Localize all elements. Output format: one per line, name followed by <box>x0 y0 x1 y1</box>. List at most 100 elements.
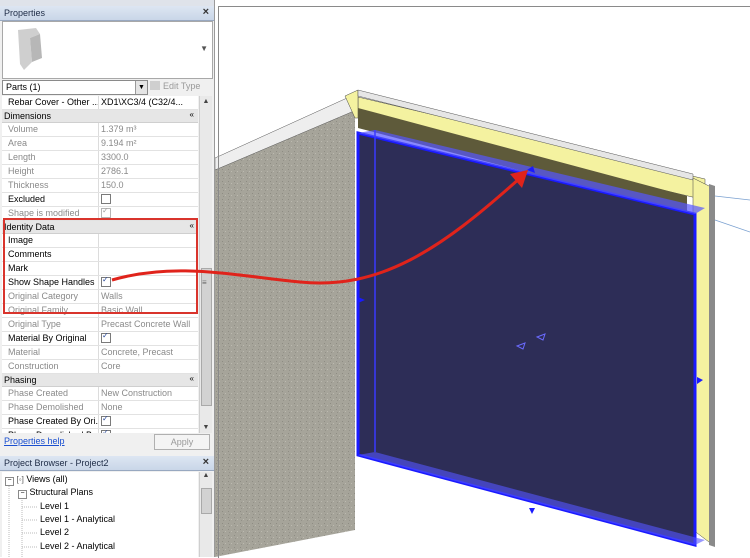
tree-item-level-1[interactable]: Level 1 <box>40 501 69 514</box>
property-name: Material By Original <box>8 333 87 343</box>
property-row-volume: Volume 1.379 m³ <box>2 123 198 137</box>
property-row-comments[interactable]: Comments <box>2 248 198 262</box>
scroll-up-icon[interactable]: ▲ <box>200 96 212 107</box>
property-name: Volume <box>8 124 39 134</box>
property-name: Rebar Cover - Other ... <box>8 97 98 107</box>
part-type-icon <box>18 28 42 70</box>
property-value: XD1\XC3/4 (C32/4... <box>101 97 184 107</box>
group-phasing[interactable]: Phasing « <box>2 374 198 387</box>
project-browser-title: Project Browser - Project2 <box>4 458 109 468</box>
edit-type-button[interactable]: Edit Type <box>150 80 210 93</box>
property-name: Area <box>8 138 28 148</box>
tree-item-label: Structural Plans <box>29 487 94 497</box>
tree-item-label: Views (all) <box>26 474 68 484</box>
properties-scrollbar[interactable]: ▲ ≡ ▼ <box>199 96 212 433</box>
group-dimensions[interactable]: Dimensions « <box>2 110 198 123</box>
tree-item-views-all[interactable]: − [◦] Views (all) <box>5 474 68 487</box>
collapse-icon[interactable]: − <box>5 477 14 486</box>
apply-button[interactable]: Apply <box>154 434 210 450</box>
material-by-original-checkbox[interactable] <box>101 333 111 343</box>
property-row-shape-modified: Shape is modified <box>2 207 198 221</box>
project-browser-titlebar: Project Browser - Project2 × <box>0 456 214 471</box>
property-name: Thickness <box>8 180 49 190</box>
edit-type-label: Edit Type <box>163 81 201 91</box>
scroll-down-icon[interactable]: ▼ <box>200 422 212 433</box>
property-value: 150.0 <box>101 180 124 190</box>
property-row-image[interactable]: Image <box>2 234 198 248</box>
properties-title: Properties <box>4 8 46 18</box>
project-browser-scrollbar[interactable]: ▲ <box>199 472 212 557</box>
property-name: Excluded <box>8 194 46 204</box>
scrollbar-thumb[interactable] <box>201 488 212 514</box>
property-row-length: Length 3300.0 <box>2 151 198 165</box>
property-row-phase-created-by-original[interactable]: Phase Created By Ori... <box>2 415 198 429</box>
property-row-material: Material Concrete, Precast <box>2 346 198 360</box>
views-icon: [◦] <box>16 475 24 484</box>
property-name: Construction <box>8 361 59 371</box>
property-name: Show Shape Handles <box>8 277 95 287</box>
property-row-original-category: Original Category Walls <box>2 290 198 304</box>
property-row-area: Area 9.194 m² <box>2 137 198 151</box>
group-identity-data[interactable]: Identity Data « <box>2 221 198 234</box>
chevron-down-icon[interactable]: ▼ <box>200 44 208 53</box>
property-row-original-type: Original Type Precast Concrete Wall <box>2 318 198 332</box>
collapse-icon[interactable]: « <box>190 374 194 383</box>
tree-item-level-2[interactable]: Level 2 <box>40 527 69 540</box>
property-value: Concrete, Precast <box>101 347 174 357</box>
property-name: Material <box>8 347 41 357</box>
property-value: Walls <box>101 291 123 301</box>
left-panel: Properties × ▼ Parts (1) ▼ Edit Type Reb… <box>0 0 215 557</box>
close-icon[interactable]: × <box>203 456 209 468</box>
tree-item-label: Level 1 <box>40 501 70 511</box>
property-row[interactable]: Rebar Cover - Other ... XD1\XC3/4 (C32/4… <box>2 96 198 110</box>
excluded-checkbox[interactable] <box>101 194 111 204</box>
edit-type-icon <box>150 81 160 90</box>
property-name: Height <box>8 166 35 176</box>
property-row-show-shape-handles[interactable]: Show Shape Handles <box>2 276 198 290</box>
show-shape-handles-checkbox[interactable] <box>101 277 111 287</box>
properties-help-link[interactable]: Properties help <box>4 436 65 446</box>
property-name: Phase Created <box>8 388 69 398</box>
property-row-height: Height 2786.1 <box>2 165 198 179</box>
property-row-construction: Construction Core <box>2 360 198 374</box>
property-name: Original Family <box>8 305 69 315</box>
properties-grid: Rebar Cover - Other ... XD1\XC3/4 (C32/4… <box>2 96 198 433</box>
close-icon[interactable]: × <box>203 6 209 18</box>
shape-modified-checkbox <box>101 208 111 218</box>
tree-item-level-2-analytical[interactable]: Level 2 - Analytical <box>40 541 115 554</box>
project-browser-tree: − [◦] Views (all) − Structural Plans Lev… <box>2 472 198 557</box>
property-name: Phase Created By Ori... <box>8 416 98 426</box>
property-row-original-family: Original Family Basic Wall <box>2 304 198 318</box>
collapse-icon[interactable]: − <box>18 490 27 499</box>
property-name: Original Category <box>8 291 79 301</box>
property-value: 1.379 m³ <box>101 124 137 134</box>
property-value: 2786.1 <box>101 166 129 176</box>
tree-item-structural-plans[interactable]: − Structural Plans <box>18 487 93 500</box>
scroll-up-icon[interactable]: ▲ <box>200 472 212 483</box>
tree-item-label: Level 1 - Analytical <box>40 514 116 524</box>
collapse-icon[interactable]: « <box>190 110 194 119</box>
collapse-icon[interactable]: « <box>190 221 194 230</box>
selector-value: Parts (1) <box>6 82 41 92</box>
tree-item-label: Level 2 - Analytical <box>40 541 116 551</box>
chevron-down-icon[interactable]: ▼ <box>135 81 147 94</box>
property-name: Length <box>8 152 36 162</box>
property-row-excluded[interactable]: Excluded <box>2 193 198 207</box>
property-value: New Construction <box>101 388 173 398</box>
property-value: None <box>101 402 123 412</box>
property-name: Mark <box>8 263 28 273</box>
type-selector-preview[interactable]: ▼ <box>2 21 213 79</box>
tree-item-label: Level 2 <box>40 527 70 537</box>
tree-item-level-1-analytical[interactable]: Level 1 - Analytical <box>40 514 115 527</box>
group-title: Dimensions <box>4 111 52 121</box>
property-row-mark[interactable]: Mark <box>2 262 198 276</box>
property-value: Core <box>101 361 121 371</box>
property-value: 9.194 m² <box>101 138 137 148</box>
viewport-frame <box>218 6 750 558</box>
scrollbar-thumb[interactable] <box>201 268 212 406</box>
property-name: Phase Demolished <box>8 402 84 412</box>
phase-created-by-original-checkbox[interactable] <box>101 416 111 426</box>
property-row-material-by-original[interactable]: Material By Original <box>2 332 198 346</box>
instance-selector[interactable]: Parts (1) ▼ <box>2 80 148 95</box>
property-row-thickness: Thickness 150.0 <box>2 179 198 193</box>
